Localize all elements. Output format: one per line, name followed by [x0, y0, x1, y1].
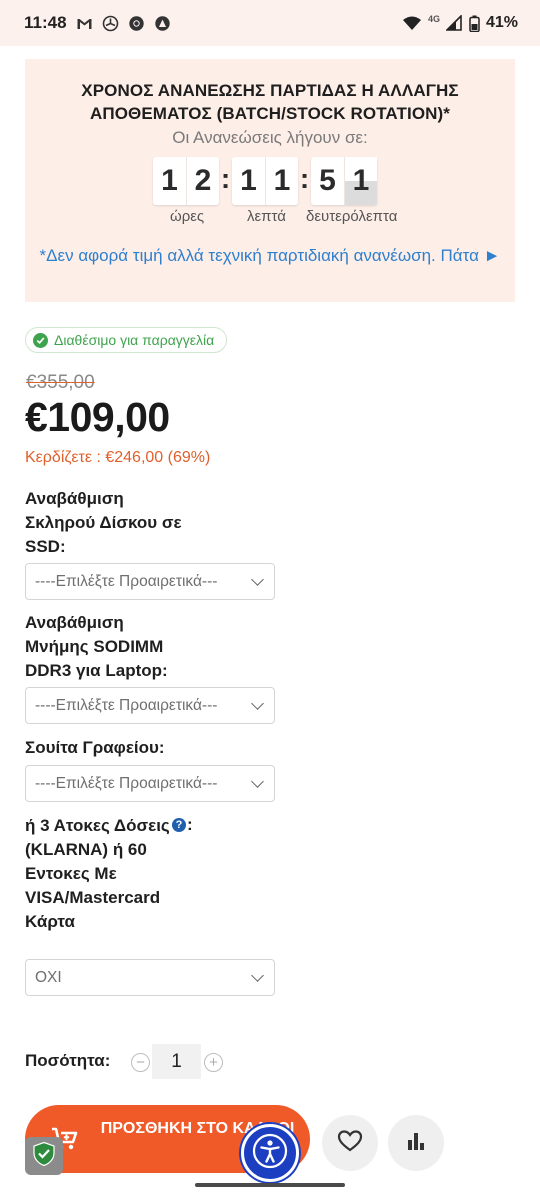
availability-text: Διαθέσιμο για παραγγελία	[54, 332, 215, 348]
batch-info-link[interactable]: *Δεν αφορά τιμή αλλά τεχνική παρτιδιακή …	[25, 246, 515, 265]
installments-colon: :	[187, 815, 193, 834]
seconds-digit-2: 1	[344, 157, 377, 205]
availability-badge: Διαθέσιμο για παραγγελία	[25, 327, 228, 353]
help-icon[interactable]: ?	[172, 818, 186, 832]
countdown-separator: :	[220, 163, 231, 194]
accessibility-button[interactable]	[241, 1124, 299, 1182]
hours-digits: 1 2	[153, 157, 219, 205]
hours-digit-2: 2	[186, 157, 219, 205]
check-icon	[33, 332, 48, 348]
gesture-home-bar[interactable]	[195, 1183, 345, 1187]
seconds-digit-1: 5	[319, 164, 336, 197]
saving-text: Κερδίζετε : €246,00 (69%)	[25, 449, 211, 466]
security-badge[interactable]	[25, 1137, 63, 1175]
quantity-increase-button[interactable]: +	[204, 1053, 223, 1072]
hours-digit-1: 1	[161, 164, 178, 197]
installments-value: ΟΧΙ	[35, 968, 62, 986]
seconds-label: δευτερόλεπτα	[306, 208, 398, 225]
accessibility-icon	[251, 1132, 289, 1175]
shield-icon	[32, 1141, 56, 1172]
ram-upgrade-label: Αναβάθμιση Μνήμης SODIMM DDR3 για Laptop…	[25, 613, 168, 680]
minutes-digits: 1 1	[232, 157, 298, 205]
pinwheel-icon	[102, 15, 119, 32]
minutes-label: λεπτά	[247, 208, 286, 225]
current-price: €109,00	[25, 394, 170, 440]
wishlist-button[interactable]	[322, 1115, 378, 1171]
chevron-down-icon	[251, 968, 264, 982]
status-time: 11:48	[24, 13, 67, 32]
ssd-upgrade-value: ----Επιλέξτε Προαιρετικά---	[35, 572, 218, 590]
status-left: 11:48	[24, 13, 171, 33]
minutes-digit-2: 1	[265, 157, 298, 205]
app-icon	[154, 15, 171, 32]
battery-icon	[469, 15, 480, 32]
bar-chart-icon	[405, 1131, 427, 1156]
signal-icon	[445, 13, 463, 32]
office-suite-label: Σουίτα Γραφείου:	[25, 738, 165, 757]
office-suite-select[interactable]: ----Επιλέξτε Προαιρετικά---	[25, 765, 275, 802]
quantity-decrease-button[interactable]: −	[131, 1053, 150, 1072]
installments-label: ή 3 Ατοκες Δόσεις (KLARNA) ή 60 Εντοκες …	[25, 816, 170, 931]
old-price: €355,00	[26, 372, 95, 393]
heart-icon	[337, 1129, 363, 1158]
status-bar: 11:48 4G 41%	[0, 0, 540, 46]
chevron-down-icon	[251, 696, 264, 710]
timer-subtitle: Οι Ανανεώσεις λήγουν σε:	[172, 128, 368, 147]
seconds-digits: 5 1	[311, 157, 377, 205]
compare-button[interactable]	[388, 1115, 444, 1171]
ssd-upgrade-select[interactable]: ----Επιλέξτε Προαιρετικά---	[25, 563, 275, 600]
office-suite-value: ----Επιλέξτε Προαιρετικά---	[35, 774, 218, 792]
ram-upgrade-value: ----Επιλέξτε Προαιρετικά---	[35, 696, 218, 714]
quantity-label: Ποσότητα:	[25, 1051, 111, 1070]
minutes-digit-1: 1	[240, 164, 257, 197]
chevron-down-icon	[251, 774, 264, 788]
ssd-upgrade-label: Αναβάθμιση Σκληρού Δίσκου σε SSD:	[25, 489, 182, 556]
ram-upgrade-select[interactable]: ----Επιλέξτε Προαιρετικά---	[25, 687, 275, 724]
chevron-down-icon	[251, 572, 264, 586]
installments-select[interactable]: ΟΧΙ	[25, 959, 275, 996]
status-right: 4G 41%	[402, 13, 518, 32]
network-type: 4G	[427, 14, 440, 24]
chrome-icon	[128, 15, 145, 32]
quantity-input[interactable]: 1	[152, 1044, 201, 1079]
countdown-separator: :	[299, 163, 310, 194]
battery-level: 41%	[485, 14, 518, 31]
hours-label: ώρες	[170, 208, 205, 225]
wifi-icon	[402, 15, 422, 32]
countdown: 1 2 : 1 1 : 5 1	[153, 156, 377, 206]
gmail-icon	[76, 15, 93, 32]
timer-title: ΧΡΟΝΟΣ ΑΝΑΝΕΩΣΗΣ ΠΑΡΤΙΔΑΣ Η ΑΛΛΑΓΗΣ ΑΠΟΘ…	[81, 81, 459, 123]
batch-rotation-timer: ΧΡΟΝΟΣ ΑΝΑΝΕΩΣΗΣ ΠΑΡΤΙΔΑΣ Η ΑΛΛΑΓΗΣ ΑΠΟΘ…	[25, 59, 515, 302]
